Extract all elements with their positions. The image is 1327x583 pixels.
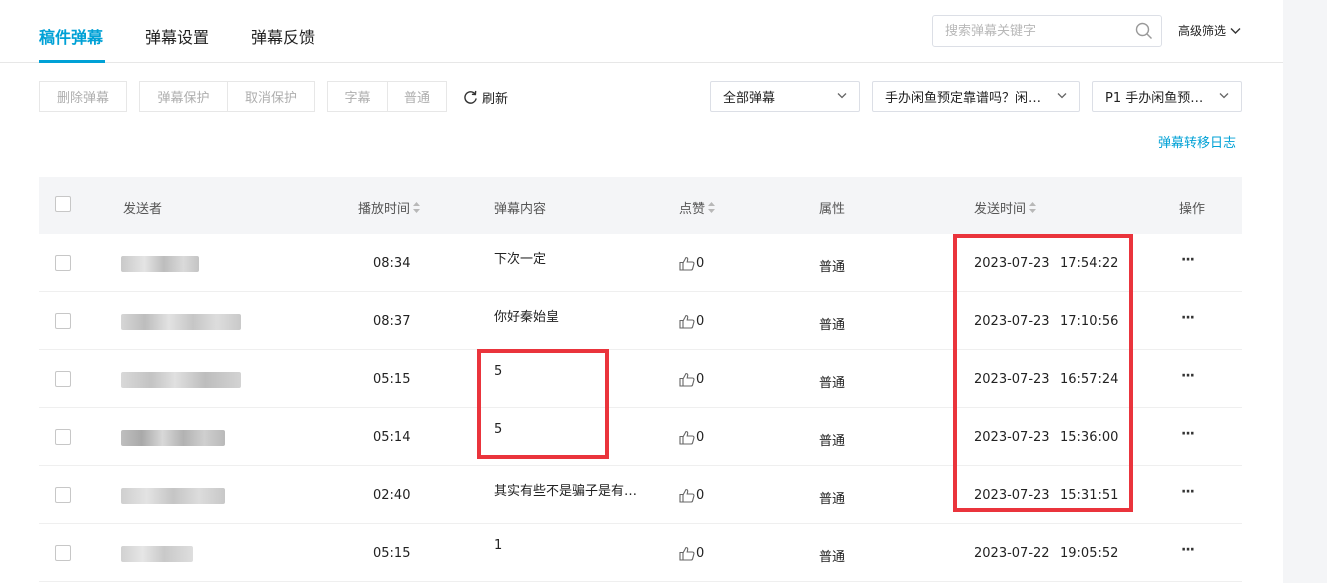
more-actions-button[interactable]: ··· [1181,310,1195,326]
video-select-value: 手办闲鱼预定靠谱吗？闲… [885,91,1042,106]
header-content: 弹幕内容 [494,202,547,217]
advanced-filter-toggle[interactable]: 高级筛选 [1178,22,1241,39]
thumbs-up-icon [679,488,695,503]
danmaku-attribute: 普通 [819,492,846,507]
thumbs-up-icon [679,546,695,561]
video-select[interactable]: 手办闲鱼预定靠谱吗？闲… [872,81,1080,112]
normal-mode-button[interactable]: 普通 [387,81,447,112]
row-checkbox[interactable] [55,487,71,503]
play-time[interactable]: 05:15 [373,372,410,387]
more-actions-button[interactable]: ··· [1181,252,1195,268]
danmaku-content: 你好秦始皇 [494,310,560,325]
danmaku-scope-value: 全部弹幕 [723,91,776,106]
sender-avatar-blurred[interactable] [121,314,241,330]
more-actions-button[interactable]: ··· [1181,426,1195,442]
sort-icon [1029,202,1037,213]
danmaku-attribute: 普通 [819,550,846,565]
table-row: 05:15 1 0 普通 2023-07-22 19:05:52 ··· [39,524,1242,582]
delete-danmaku-button[interactable]: 删除弹幕 [39,81,127,112]
highlight-box-send-time [953,234,1133,512]
subtitle-mode-button[interactable]: 字幕 [327,81,388,112]
thumbs-up-icon [679,256,695,271]
search-input[interactable] [933,16,1123,46]
header-sender: 发送者 [123,202,163,217]
tab-video-danmaku[interactable]: 稿件弹幕 [39,24,103,48]
unprotect-danmaku-button[interactable]: 取消保护 [227,81,315,112]
sender-avatar-blurred[interactable] [121,256,199,272]
like-count[interactable]: 0 [679,372,704,387]
like-count[interactable]: 0 [679,546,704,561]
chevron-down-icon [1057,93,1067,99]
row-checkbox[interactable] [55,371,71,387]
chevron-down-icon [837,93,847,99]
part-select[interactable]: P1 手办闲鱼预… [1092,81,1242,112]
tab-danmaku-settings[interactable]: 弹幕设置 [145,24,209,48]
thumbs-up-icon [679,430,695,445]
more-actions-button[interactable]: ··· [1181,484,1195,500]
send-date: 2023-07-22 [974,546,1050,561]
like-count[interactable]: 0 [679,430,704,445]
highlight-box-content [477,349,609,459]
sender-avatar-blurred[interactable] [121,488,225,504]
like-count[interactable]: 0 [679,314,704,329]
thumbs-up-icon [679,314,695,329]
sender-avatar-blurred[interactable] [121,430,225,446]
play-time[interactable]: 02:40 [373,488,410,503]
like-count[interactable]: 0 [679,256,704,271]
play-time[interactable]: 05:14 [373,430,410,445]
play-time[interactable]: 08:34 [373,256,410,271]
row-checkbox[interactable] [55,545,71,561]
danmaku-move-log-link[interactable]: 弹幕转移日志 [1158,132,1236,151]
header-likes[interactable]: 点赞 [679,198,716,217]
danmaku-content: 其实有些不是骗子是有… [494,484,638,499]
advanced-filter-label: 高级筛选 [1178,24,1227,38]
part-select-value: P1 手办闲鱼预… [1105,91,1204,106]
header-attribute: 属性 [819,202,846,217]
row-checkbox[interactable] [55,313,71,329]
sender-avatar-blurred[interactable] [121,372,241,388]
search-icon[interactable] [1135,22,1153,40]
more-actions-button[interactable]: ··· [1181,368,1195,384]
send-time: 19:05:52 [1060,546,1119,561]
chevron-down-icon [1230,27,1241,34]
header-actions: 操作 [1179,202,1206,217]
active-tab-indicator [39,60,105,63]
row-checkbox[interactable] [55,429,71,445]
sort-icon [708,202,716,213]
danmaku-scope-select[interactable]: 全部弹幕 [710,81,860,112]
search-box [932,15,1162,47]
danmaku-content: 1 [494,538,503,553]
sort-icon [413,202,421,213]
refresh-button[interactable]: 刷新 [463,88,508,107]
thumbs-up-icon [679,372,695,387]
danmaku-content: 下次一定 [494,252,547,267]
danmaku-attribute: 普通 [819,318,846,333]
refresh-icon [464,90,477,104]
select-all-checkbox[interactable] [55,196,71,212]
play-time[interactable]: 05:15 [373,546,410,561]
header-send-time[interactable]: 发送时间 [974,198,1037,217]
danmaku-attribute: 普通 [819,434,846,449]
sender-avatar-blurred[interactable] [121,546,193,562]
refresh-label: 刷新 [482,92,509,107]
like-count[interactable]: 0 [679,488,704,503]
tab-bar: 稿件弹幕 弹幕设置 弹幕反馈 高级筛选 [0,0,1283,63]
more-actions-button[interactable]: ··· [1181,542,1195,558]
header-play-time[interactable]: 播放时间 [358,198,421,217]
page-side-strip [1283,0,1327,583]
play-time[interactable]: 08:37 [373,314,410,329]
chevron-down-icon [1219,93,1229,99]
tab-danmaku-feedback[interactable]: 弹幕反馈 [251,24,315,48]
danmaku-attribute: 普通 [819,260,846,275]
row-checkbox[interactable] [55,255,71,271]
danmaku-attribute: 普通 [819,376,846,391]
protect-danmaku-button[interactable]: 弹幕保护 [139,81,228,112]
table-header: 发送者 播放时间 弹幕内容 点赞 属性 发送时间 操作 [39,177,1242,234]
